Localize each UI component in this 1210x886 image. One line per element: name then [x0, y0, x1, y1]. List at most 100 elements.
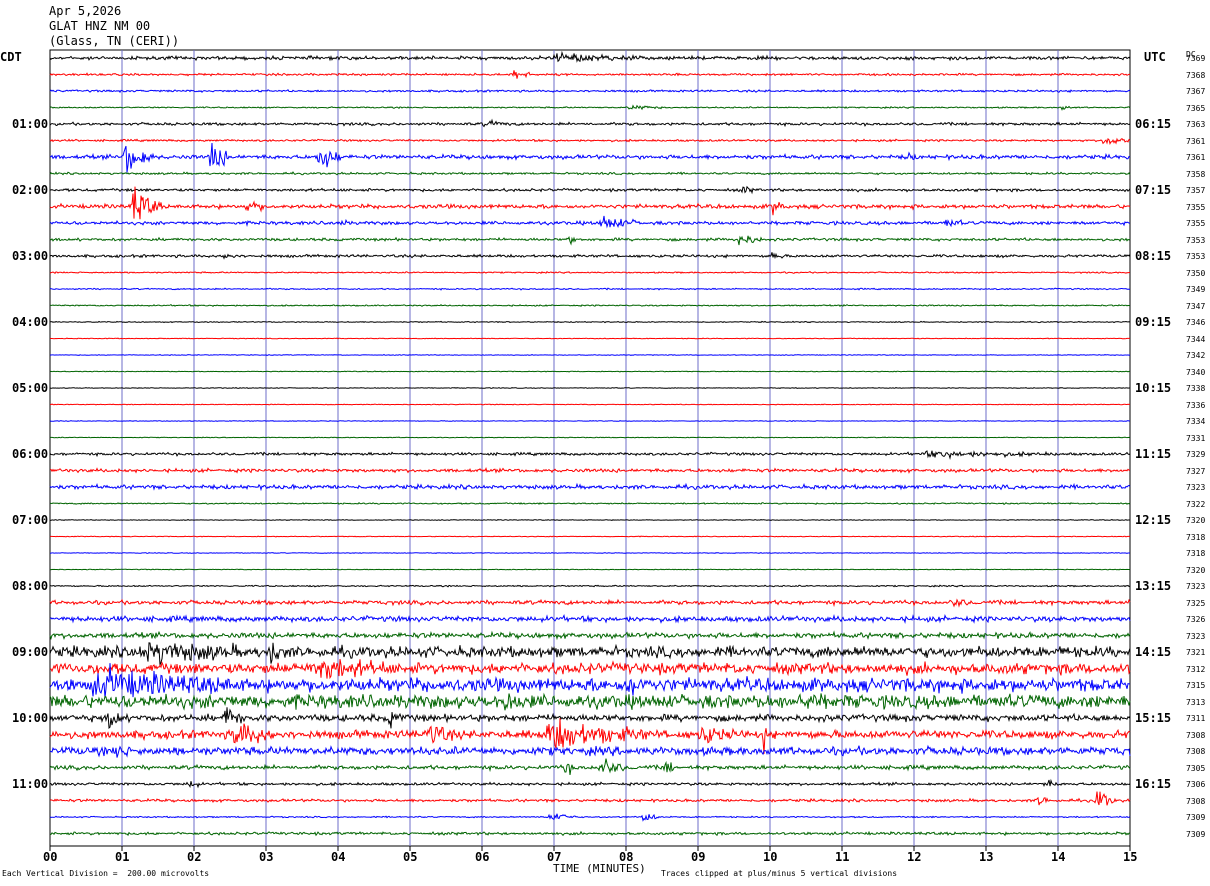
left-time-label: 02:00	[12, 183, 49, 197]
x-tick-label: 06	[475, 850, 490, 864]
plot-frame	[49, 49, 1131, 847]
trace-line-29	[49, 535, 1131, 538]
dc-offset-label: 7357	[1186, 186, 1206, 195]
right-time-label: 09:15	[1135, 315, 1172, 329]
dc-offset-label: 7367	[1186, 87, 1206, 96]
x-tick-label: 10	[763, 850, 778, 864]
trace-line-1	[49, 70, 1131, 79]
left-time-label: 04:00	[12, 315, 49, 329]
dc-offset-label: 7342	[1186, 351, 1206, 360]
trace-line-37	[49, 659, 1131, 680]
trace-line-14	[49, 287, 1130, 291]
left-time-label: 08:00	[12, 579, 49, 593]
trace-line-46	[49, 813, 1131, 822]
trace-line-34	[49, 613, 1131, 625]
dc-offset-label: 7331	[1186, 433, 1206, 443]
trace-line-33	[49, 598, 1131, 608]
x-tick-label: 09	[691, 850, 706, 864]
trace-line-11	[49, 235, 1131, 246]
left-time-label: 09:00	[12, 645, 49, 659]
right-time-label: 10:15	[1135, 381, 1172, 395]
dc-offset-label: 7323	[1186, 582, 1206, 591]
dc-offset-label: 7363	[1186, 120, 1206, 129]
dc-offset-label: 7355	[1186, 202, 1206, 212]
dc-offset-label: 7350	[1186, 268, 1206, 278]
trace-line-6	[49, 142, 1131, 173]
trace-line-47	[50, 830, 1131, 837]
x-tick-label: 02	[187, 850, 202, 864]
x-tick-label: 13	[979, 850, 994, 864]
dc-offset-label: 7313	[1186, 697, 1206, 707]
trace-line-13	[49, 271, 1130, 275]
dc-offset-label: 7334	[1186, 417, 1206, 426]
right-time-label: 14:15	[1135, 645, 1172, 659]
left-time-label: 01:00	[12, 117, 49, 131]
dc-offset-label: 7338	[1186, 384, 1206, 393]
trace-line-24	[49, 450, 1131, 460]
trace-line-20	[49, 387, 1130, 389]
dc-offset-label: 7322	[1186, 499, 1206, 509]
dc-offset-label: 7309	[1186, 829, 1206, 839]
dc-offset-label: 7318	[1186, 532, 1206, 542]
dc-offset-label: 7305	[1186, 763, 1206, 773]
trace-line-25	[49, 467, 1131, 474]
trace-line-27	[49, 502, 1131, 506]
dc-offset-label: 7308	[1186, 747, 1206, 756]
left-time-label: 10:00	[12, 711, 49, 725]
dc-offset-label: 7346	[1186, 318, 1206, 327]
trace-line-15	[49, 303, 1131, 307]
x-tick-label: 01	[115, 850, 130, 864]
x-tick-label: 03	[259, 850, 274, 864]
x-tick-label: 05	[403, 850, 418, 864]
dc-offset-label: 7358	[1186, 169, 1206, 179]
dc-offset-label: 7320	[1186, 565, 1206, 575]
trace-line-10	[49, 215, 1131, 229]
left-time-label: 06:00	[12, 447, 49, 461]
x-tick-label: 14	[1051, 850, 1066, 864]
right-time-label: 06:15	[1135, 117, 1172, 131]
right-time-label: 07:15	[1135, 183, 1172, 197]
trace-line-17	[49, 337, 1131, 340]
trace-line-22	[49, 420, 1130, 422]
trace-line-44	[49, 778, 1131, 789]
x-tick-label: 00	[43, 850, 58, 864]
dc-offset-label: 7325	[1186, 598, 1206, 608]
trace-line-4	[49, 118, 1131, 128]
dc-offset-label: 7321	[1186, 648, 1206, 657]
x-axis-label: TIME (MINUTES)	[553, 862, 646, 875]
trace-line-7	[49, 171, 1131, 176]
dc-offset-label: 7355	[1186, 219, 1206, 228]
dc-offset-label: 7311	[1186, 714, 1206, 723]
dc-offset-label: 7320	[1186, 516, 1206, 525]
dc-offset-label: 7315	[1186, 681, 1206, 690]
right-time-label: 12:15	[1135, 513, 1172, 527]
right-time-label: 08:15	[1135, 249, 1172, 263]
trace-line-28	[49, 519, 1130, 521]
dc-offset-label: 7361	[1186, 136, 1206, 146]
right-time-label: 11:15	[1135, 447, 1172, 461]
helicorder-plot	[49, 49, 1131, 851]
right-time-label: 16:15	[1135, 777, 1172, 791]
left-time-label: 11:00	[12, 777, 49, 791]
trace-line-42	[50, 744, 1131, 758]
trace-line-41	[49, 718, 1131, 754]
dc-offset-label: 7340	[1186, 367, 1206, 377]
trace-line-3	[49, 104, 1131, 111]
dc-offset-label: 7369	[1186, 54, 1206, 63]
dc-offset-label: 7349	[1186, 285, 1206, 294]
dc-offset-label: 7344	[1186, 334, 1206, 344]
trace-line-12	[49, 252, 1131, 260]
dc-offset-label: 7365	[1186, 103, 1206, 113]
dc-offset-label: 7353	[1186, 235, 1206, 245]
dc-offset-label: 7318	[1186, 549, 1206, 558]
dc-offset-label: 7323	[1186, 483, 1206, 492]
dc-offset-label: 7308	[1186, 796, 1206, 806]
x-tick-label: 12	[907, 850, 922, 864]
trace-line-40	[49, 707, 1131, 730]
dc-offset-label: 7309	[1186, 813, 1206, 822]
dc-offset-label: 7347	[1186, 301, 1206, 311]
trace-line-31	[49, 568, 1131, 571]
dc-offset-label: 7353	[1186, 252, 1206, 261]
trace-line-18	[49, 354, 1131, 356]
trace-line-36	[49, 642, 1131, 666]
